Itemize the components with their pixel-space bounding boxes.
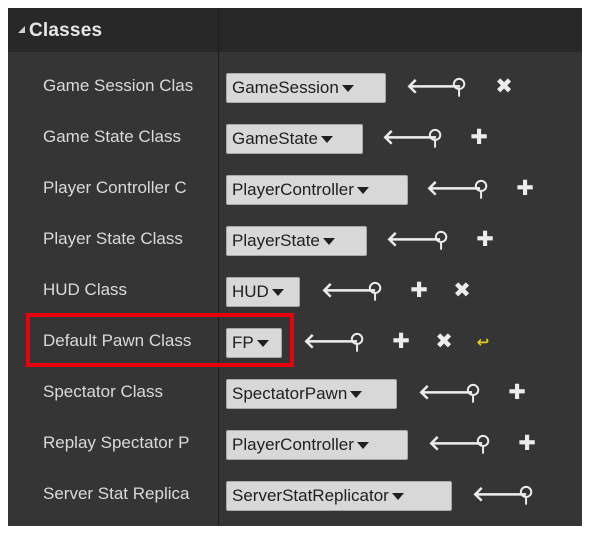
classes-section-header[interactable]: Classes (8, 8, 582, 52)
collapse-arrow-icon[interactable] (18, 26, 25, 33)
property-row-hud: HUD Class HUD 🡐 ⚲ ✚ ✖ (8, 265, 582, 316)
plus-icon[interactable]: ✚ (516, 433, 538, 455)
chevron-down-icon (321, 136, 333, 144)
magnifier-icon[interactable]: ⚲ (470, 176, 492, 201)
magnifier-icon[interactable]: ⚲ (346, 329, 368, 354)
highlight-box (26, 313, 294, 367)
combo-value: SpectatorPawn (232, 384, 348, 403)
magnifier-icon[interactable]: ⚲ (472, 431, 494, 456)
combo-value: PlayerState (232, 231, 320, 250)
property-row-server-stat-replicator: Server Stat Replica ServerStatReplicator… (8, 469, 582, 520)
magnifier-icon[interactable]: ⚲ (430, 227, 452, 252)
class-combo-server-stat-replicator[interactable]: ServerStatReplicator (226, 481, 452, 511)
class-combo-replay-spectator[interactable]: PlayerController (226, 430, 408, 460)
magnifier-icon[interactable]: ⚲ (424, 125, 446, 150)
magnifier-icon[interactable]: ⚲ (364, 278, 386, 303)
combo-value: HUD (232, 282, 269, 301)
arrow-left-icon[interactable]: 🡐 (428, 433, 484, 455)
x-icon[interactable]: ✖ (451, 280, 473, 302)
arrow-left-icon[interactable]: 🡐 (426, 178, 482, 200)
class-combo-hud[interactable]: HUD (226, 277, 300, 307)
plus-icon[interactable]: ✚ (506, 382, 528, 404)
arrow-left-icon[interactable]: 🡐 (472, 484, 528, 506)
property-label: Game Session Clas (43, 76, 194, 95)
plus-icon[interactable]: ✚ (474, 229, 496, 251)
chevron-down-icon (322, 238, 335, 246)
chevron-down-icon (356, 442, 369, 450)
plus-icon[interactable]: ✚ (468, 127, 490, 149)
property-row-game-session: Game Session Clas GameSession 🡐 ⚲ ✖ (8, 61, 582, 112)
chevron-down-icon (350, 391, 363, 399)
magnifier-icon[interactable]: ⚲ (515, 482, 537, 507)
combo-value: GameState (232, 129, 318, 148)
arrow-left-icon[interactable]: 🡐 (386, 229, 442, 251)
arrow-left-icon[interactable]: 🡐 (321, 280, 377, 302)
chevron-down-icon (356, 187, 369, 195)
plus-icon[interactable]: ✚ (408, 280, 430, 302)
plus-icon[interactable]: ✚ (514, 178, 536, 200)
property-row-player-state: Player State Class PlayerState 🡐 ⚲ ✚ (8, 214, 582, 265)
section-title: Classes (29, 20, 103, 41)
arrow-left-icon[interactable]: 🡐 (303, 331, 359, 353)
combo-value: ServerStatReplicator (232, 486, 389, 505)
class-combo-game-state[interactable]: GameState (226, 124, 363, 154)
class-combo-player-controller[interactable]: PlayerController (226, 175, 408, 205)
chevron-down-icon (271, 289, 284, 297)
reset-to-default-icon[interactable]: ↩ (472, 332, 494, 354)
class-combo-player-state[interactable]: PlayerState (226, 226, 367, 256)
x-icon[interactable]: ✖ (493, 76, 515, 98)
property-label: Replay Spectator P (43, 433, 190, 452)
property-label: Player State Class (43, 229, 183, 248)
combo-value: PlayerController (232, 180, 354, 199)
property-label: Game State Class (43, 127, 181, 146)
property-row-replay-spectator: Replay Spectator P PlayerController 🡐 ⚲ … (8, 418, 582, 469)
details-panel: Classes Game Session Clas GameSession 🡐 … (8, 8, 582, 526)
chevron-down-icon (391, 493, 404, 501)
arrow-left-icon[interactable]: 🡐 (406, 76, 462, 98)
property-label: Spectator Class (43, 382, 163, 401)
magnifier-icon[interactable]: ⚲ (448, 74, 470, 99)
class-combo-spectator[interactable]: SpectatorPawn (226, 379, 397, 409)
chevron-down-icon (341, 85, 354, 93)
property-label: Player Controller C (43, 178, 187, 197)
combo-value: PlayerController (232, 435, 354, 454)
property-label: Server Stat Replica (43, 484, 190, 503)
arrow-left-icon[interactable]: 🡐 (418, 382, 474, 404)
arrow-left-icon[interactable]: 🡐 (382, 127, 438, 149)
combo-value: GameSession (232, 78, 339, 97)
property-row-player-controller: Player Controller C PlayerController 🡐 ⚲… (8, 163, 582, 214)
property-row-spectator: Spectator Class SpectatorPawn 🡐 ⚲ ✚ (8, 367, 582, 418)
magnifier-icon[interactable]: ⚲ (462, 380, 484, 405)
x-icon[interactable]: ✖ (433, 331, 455, 353)
class-combo-game-session[interactable]: GameSession (226, 73, 386, 103)
plus-icon[interactable]: ✚ (390, 331, 412, 353)
property-label: HUD Class (43, 280, 128, 299)
property-row-game-state: Game State Class GameState 🡐 ⚲ ✚ (8, 112, 582, 163)
